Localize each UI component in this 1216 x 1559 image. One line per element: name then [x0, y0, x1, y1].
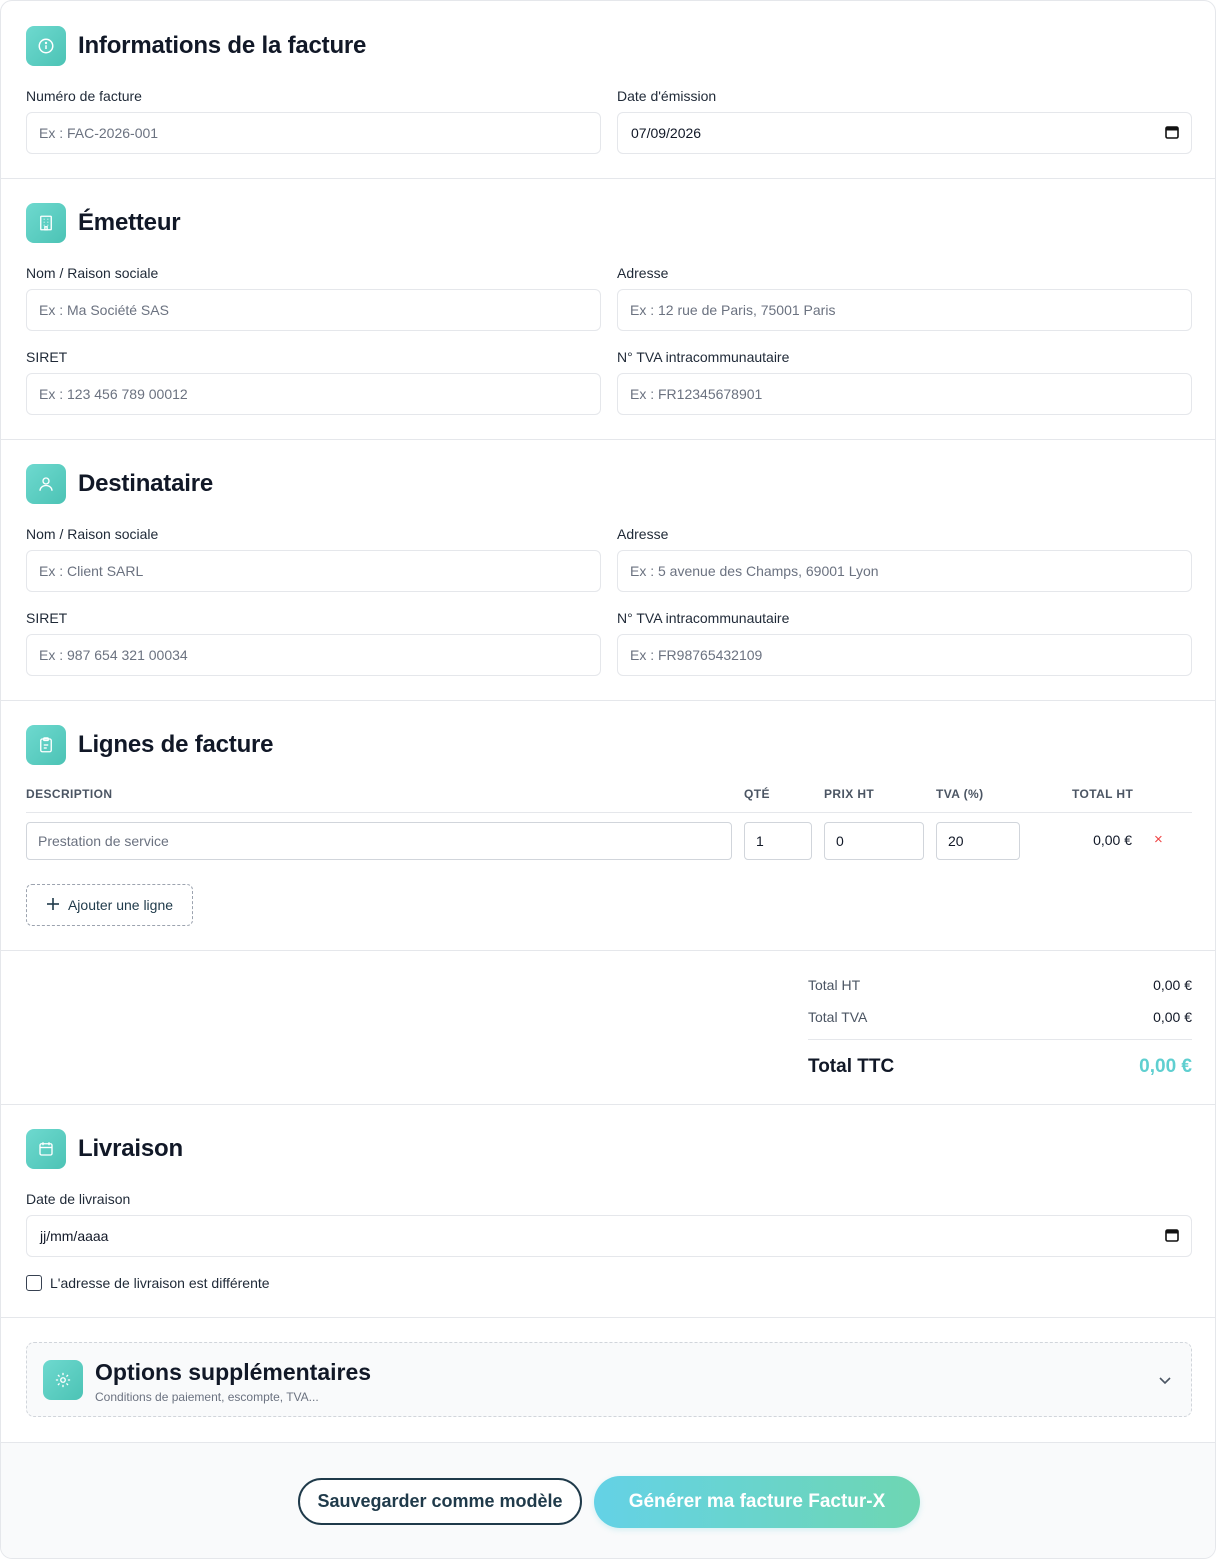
- total-ttc-value: 0,00 €: [1139, 1056, 1192, 1077]
- recipient-header: Destinataire: [26, 464, 213, 504]
- issuer-name-label: Nom / Raison sociale: [26, 265, 159, 281]
- user-icon: [26, 464, 66, 504]
- calendar-picker-icon[interactable]: [1165, 125, 1179, 142]
- issuer-title: Émetteur: [78, 209, 181, 236]
- recipient-vat-input[interactable]: [617, 634, 1192, 676]
- invoice-lines-title: Lignes de facture: [78, 731, 274, 758]
- recipient-name-input[interactable]: [26, 550, 601, 592]
- delivery-date-label: Date de livraison: [26, 1191, 131, 1207]
- issuer-address-input[interactable]: [617, 289, 1192, 331]
- footer-actions: Sauvegarder comme modèle Générer ma fact…: [1, 1442, 1215, 1558]
- recipient-siret-label: SIRET: [26, 610, 68, 626]
- invoice-info-header: Informations de la facture: [26, 26, 366, 66]
- different-address-checkbox[interactable]: [26, 1275, 42, 1291]
- totals-section: Total HT 0,00 € Total TVA 0,00 € Total T…: [1, 951, 1215, 1105]
- chevron-down-icon[interactable]: [1157, 1372, 1173, 1393]
- issuer-address-label: Adresse: [617, 265, 669, 281]
- line-total-value: 0,00 €: [1093, 832, 1132, 848]
- recipient-name-label: Nom / Raison sociale: [26, 526, 159, 542]
- clipboard-icon: [26, 725, 66, 765]
- recipient-vat-label: N° TVA intracommunautaire: [617, 610, 790, 626]
- total-tva-label: Total TVA: [808, 1009, 868, 1025]
- table-header-divider: [26, 812, 1192, 813]
- issue-date-label: Date d'émission: [617, 88, 717, 104]
- line-qty-input[interactable]: [744, 822, 812, 860]
- issuer-siret-label: SIRET: [26, 349, 68, 365]
- line-vat-input[interactable]: [936, 822, 1020, 860]
- issuer-siret-input[interactable]: [26, 373, 601, 415]
- invoice-lines-section: Lignes de facture DESCRIPTION QTÉ PRIX H…: [1, 701, 1215, 951]
- delivery-date-placeholder: jj/mm/aaaa: [40, 1228, 109, 1244]
- save-template-button[interactable]: Sauvegarder comme modèle: [298, 1478, 582, 1525]
- total-ttc-label: Total TTC: [808, 1056, 895, 1077]
- invoice-info-title: Informations de la facture: [78, 32, 367, 59]
- invoice-lines-header: Lignes de facture: [26, 725, 274, 765]
- delivery-title: Livraison: [78, 1135, 183, 1162]
- building-icon: [26, 203, 66, 243]
- add-line-button[interactable]: Ajouter une ligne: [26, 884, 193, 926]
- invoice-info-section: Informations de la facture Numéro de fac…: [1, 1, 1215, 179]
- issue-date-value: 07/09/2026: [631, 125, 702, 141]
- recipient-address-label: Adresse: [617, 526, 669, 542]
- invoice-number-label: Numéro de facture: [26, 88, 142, 104]
- invoice-number-input[interactable]: [26, 112, 601, 154]
- recipient-siret-input[interactable]: [26, 634, 601, 676]
- issuer-header: Émetteur: [26, 203, 181, 243]
- info-icon: [26, 26, 66, 66]
- line-description-input[interactable]: [26, 822, 732, 860]
- calendar-icon: [26, 1129, 66, 1169]
- delivery-calendar-picker-icon[interactable]: [1165, 1228, 1179, 1245]
- col-qty: QTÉ: [744, 787, 770, 801]
- different-address-label[interactable]: L'adresse de livraison est différente: [50, 1275, 270, 1291]
- plus-icon: [46, 897, 60, 914]
- issue-date-input[interactable]: 07/09/2026: [617, 112, 1192, 154]
- issuer-name-input[interactable]: [26, 289, 601, 331]
- col-description: DESCRIPTION: [26, 787, 113, 801]
- recipient-section: Destinataire Nom / Raison sociale Adress…: [1, 440, 1215, 701]
- total-tva-value: 0,00 €: [1153, 1009, 1192, 1025]
- gear-icon: [43, 1360, 83, 1400]
- issuer-section: Émetteur Nom / Raison sociale Adresse SI…: [1, 179, 1215, 440]
- line-price-input[interactable]: [824, 822, 924, 860]
- remove-line-button[interactable]: ×: [1154, 831, 1163, 848]
- col-price: PRIX HT: [824, 787, 875, 801]
- options-section: Options supplémentaires Conditions de pa…: [1, 1318, 1215, 1442]
- total-ht-value: 0,00 €: [1153, 977, 1192, 993]
- generate-invoice-button[interactable]: Générer ma facture Factur-X: [594, 1476, 920, 1528]
- total-ht-label: Total HT: [808, 977, 861, 993]
- options-title: Options supplémentaires: [95, 1359, 372, 1385]
- totals-divider: [808, 1039, 1192, 1040]
- invoice-form: Informations de la facture Numéro de fac…: [0, 0, 1216, 1559]
- recipient-address-input[interactable]: [617, 550, 1192, 592]
- options-accordion[interactable]: Options supplémentaires Conditions de pa…: [26, 1342, 1192, 1417]
- delivery-header: Livraison: [26, 1129, 183, 1169]
- issuer-vat-input[interactable]: [617, 373, 1192, 415]
- add-line-label: Ajouter une ligne: [67, 897, 174, 913]
- recipient-title: Destinataire: [78, 470, 213, 497]
- col-total: TOTAL HT: [1072, 787, 1134, 801]
- options-subtitle: Conditions de paiement, escompte, TVA...: [95, 1390, 319, 1404]
- col-vat: TVA (%): [936, 787, 984, 801]
- delivery-section: Livraison Date de livraison jj/mm/aaaa L…: [1, 1105, 1215, 1318]
- delivery-date-input[interactable]: jj/mm/aaaa: [26, 1215, 1192, 1257]
- issuer-vat-label: N° TVA intracommunautaire: [617, 349, 790, 365]
